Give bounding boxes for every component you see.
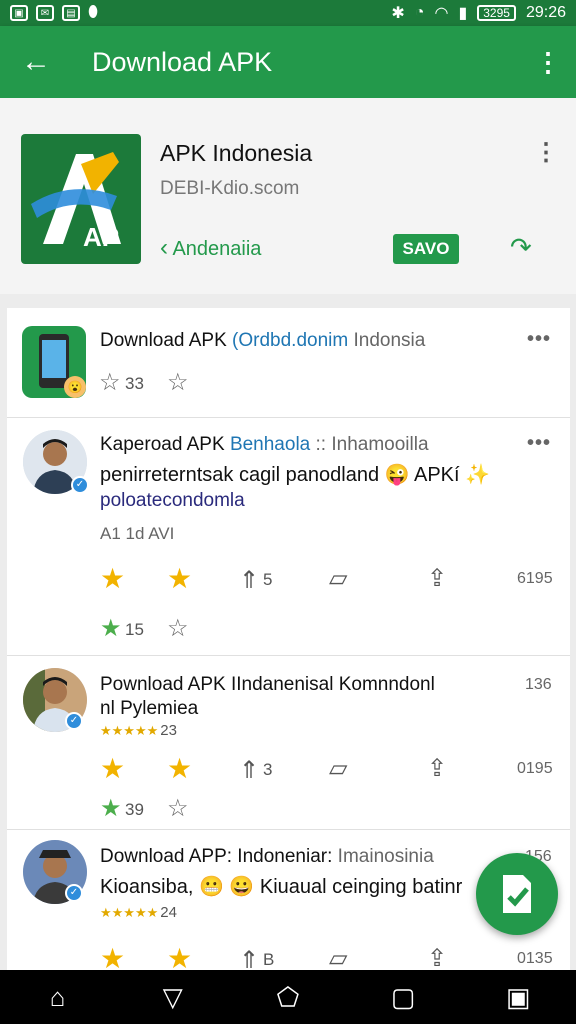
star-outline-icon[interactable]: ☆ (99, 368, 121, 397)
system-nav-bar: ⌂ ▽ ⬠ ▢ ▣ (0, 970, 576, 1024)
post-title: Pownload APK IIndanenisal Komnndonl (100, 674, 435, 695)
verified-icon: ✓ (65, 712, 83, 730)
view-count: 6195 (517, 570, 553, 587)
app-logo[interactable]: AP (21, 134, 141, 264)
comment-icon[interactable]: ▱ (329, 754, 347, 783)
compose-fab-button[interactable] (476, 853, 558, 935)
post-link[interactable]: poloatecondomla (100, 490, 245, 512)
star-outline-icon[interactable]: ☆ (167, 614, 189, 643)
post-meta: A1 1d AVI (100, 524, 175, 543)
star-icon[interactable]: ★ (100, 562, 125, 595)
post-title: Kaperoad APK Benhaola :: Inhamooilla (100, 434, 429, 456)
bluetooth-icon: ✱ (391, 5, 405, 22)
app-bar: ← Download APK ⋮ (0, 26, 576, 98)
arrow-left-icon[interactable]: ← (0, 45, 72, 79)
battery-indicator: 3295 (477, 5, 516, 21)
share-icon[interactable]: ⇪ (427, 564, 447, 593)
view-count: 0135 (517, 950, 553, 967)
view-count: 0195 (517, 760, 553, 777)
recents-icon[interactable]: ▢ (373, 982, 433, 1013)
status-bar: ▣ ✉ ▤ ⬮ ✱ ◔ ◠ ▮ 3295 29:26 (0, 0, 576, 26)
post-title: Download APP: Indoneniar: Imainosinia (100, 846, 434, 868)
post-body: penirreterntsak cagil panodland 😜 APKí ✨ (100, 464, 491, 486)
mail-icon: ✉ (36, 5, 54, 21)
star-rating: ★★★★★ 24 (100, 904, 177, 921)
share-icon[interactable]: ↷ (510, 232, 532, 263)
star-icon[interactable]: ★ (100, 942, 125, 970)
repost-count: B (263, 950, 275, 969)
star-outline-icon[interactable]: ☆ (167, 368, 189, 397)
alarm-icon: ◔ (414, 4, 425, 21)
shield-icon: ⬮ (88, 4, 99, 21)
star-green-icon[interactable]: ★ (100, 794, 122, 823)
home-icon[interactable]: ⌂ (28, 982, 88, 1013)
post-title-main: Download APK (100, 330, 227, 351)
post-title-main: Download APP: Indoneniar: (100, 846, 333, 867)
post-body: Kioansiba, 😬 😀 Kiuaual ceinging batinr (100, 876, 463, 898)
more-horizontal-icon[interactable]: ••• (527, 432, 551, 455)
more-vertical-icon[interactable]: ⋮ (520, 47, 576, 78)
gallery-icon: ▤ (62, 5, 80, 21)
repost-count: 3 (263, 760, 273, 779)
comment-icon[interactable]: ▱ (329, 944, 347, 970)
verified-icon: ✓ (65, 884, 83, 902)
chevron-left-icon: ‹ (160, 234, 168, 261)
post-title-line2: nl Pylemiea (100, 698, 199, 719)
document-check-icon (503, 875, 531, 913)
back-link[interactable]: ‹ Andenaiia (160, 234, 261, 262)
list-item[interactable]: 😮 Download APK (Ordbd.donim Indonsia •••… (7, 308, 570, 418)
share-icon[interactable]: ⇪ (427, 754, 447, 783)
app-thumbnail: 😮 (22, 326, 86, 398)
list-item[interactable]: ✓ Kaperoad APK Benhaola :: Inhamooilla •… (7, 418, 570, 656)
share-icon[interactable]: ⇪ (427, 944, 447, 970)
post-title: Download APK (Ordbd.donim Indonsia (100, 330, 425, 352)
star-icon[interactable]: ★ (167, 942, 192, 970)
post-title-rest: Imainosinia (337, 846, 434, 867)
save-button[interactable]: SAVO (393, 234, 459, 264)
overview-icon[interactable]: ⬠ (258, 982, 318, 1013)
post-title-main: Kaperoad APK (100, 434, 225, 455)
notification-icons: ▣ ✉ ▤ ⬮ (10, 4, 98, 22)
star-outline-icon[interactable]: ☆ (167, 794, 189, 823)
back-link-label: Andenaiia (172, 238, 262, 260)
star-icon[interactable]: ★ (100, 752, 125, 785)
app-domain: DEBI-Kdio.scom (160, 178, 300, 199)
star-rating: ★★★★★ 23 (100, 722, 177, 739)
post-title-link[interactable]: Benhaola (230, 434, 310, 455)
list-item[interactable]: ✓ Pownload APK IIndanenisal Komnndonl nl… (7, 656, 570, 830)
signal-icon: ▮ (458, 5, 468, 22)
more-horizontal-icon[interactable]: ••• (527, 328, 551, 351)
star-rating-count: 23 (160, 722, 177, 739)
post-title-rest: :: Inhamooilla (315, 434, 429, 455)
page-title: Download APK (92, 46, 273, 77)
back-icon[interactable]: ▽ (143, 982, 203, 1013)
emoji-badge: 😮 (64, 376, 86, 398)
screenshot-icon[interactable]: ▣ (488, 982, 548, 1013)
repost-icon[interactable]: ⇑ (239, 946, 259, 970)
star-rating-count: 24 (160, 904, 177, 921)
rating-count: 33 (125, 374, 144, 393)
app-info-card: AP APK Indonesia DEBI-Kdio.scom ‹ Andena… (0, 98, 576, 294)
more-vertical-icon[interactable]: ⋮ (534, 138, 558, 167)
post-title-link[interactable]: (Ordbd.donim (232, 330, 348, 351)
rating-count: 39 (125, 800, 144, 819)
post-time: 136 (525, 676, 552, 693)
rating-count: 15 (125, 620, 144, 639)
star-icon[interactable]: ★ (167, 562, 192, 595)
app-name: APK Indonesia (160, 140, 313, 166)
repost-count: 5 (263, 570, 273, 589)
repost-icon[interactable]: ⇑ (239, 566, 259, 595)
comment-icon[interactable]: ▱ (329, 564, 347, 593)
photo-icon: ▣ (10, 5, 28, 21)
wifi-icon: ◠ (434, 5, 449, 22)
post-title-rest: Indonsia (353, 330, 426, 351)
app-logo-text: AP (83, 222, 119, 252)
repost-icon[interactable]: ⇑ (239, 756, 259, 785)
star-icon[interactable]: ★ (167, 752, 192, 785)
clock: 29:26 (525, 4, 566, 21)
verified-icon: ✓ (71, 476, 89, 494)
star-green-icon[interactable]: ★ (100, 614, 122, 643)
